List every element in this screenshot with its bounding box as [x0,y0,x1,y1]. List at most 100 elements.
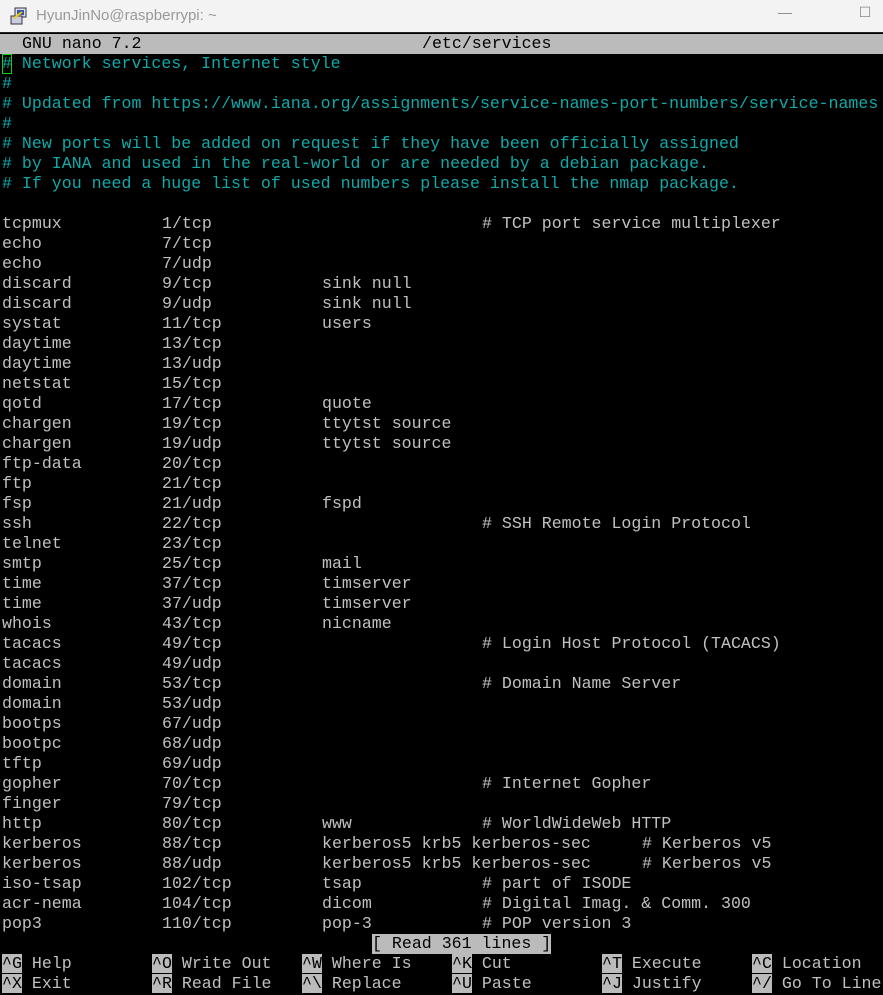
shortcut-help[interactable]: ^G Help [2,954,72,974]
service-name: tftp [2,754,42,773]
service-name: kerberos [2,834,82,853]
service-row: domain 53/udp [0,694,883,714]
service-row: http 80/tcp www # WorldWideWeb HTTP [0,814,883,834]
shortcut-label: Justify [631,974,702,993]
service-name: fsp [2,494,32,513]
service-name: daytime [2,354,72,373]
comment-line: # If you need a huge list of used number… [0,174,883,194]
service-aliases: sink null [322,274,412,293]
shortcut-key: ^/ [752,974,772,993]
service-name: netstat [2,374,72,393]
comment-line: # [0,74,883,94]
service-name: domain [2,694,62,713]
comment-line [0,194,883,214]
service-name: tcpmux [2,214,62,233]
service-port: 22/tcp [162,514,222,533]
service-aliases: dicom [322,894,372,913]
service-port: 19/tcp [162,414,222,433]
service-name: chargen [2,434,72,453]
service-aliases: ttytst source [322,434,452,453]
comment-line: # Updated from https://www.iana.org/assi… [0,94,883,114]
service-name: telnet [2,534,62,553]
service-row: echo 7/udp [0,254,883,274]
shortcut-bar: ^G Help ^O Write Out ^W Where Is ^K Cut ^T E… [0,954,883,974]
service-name: tacacs [2,634,62,653]
service-comment: # Domain Name Server [482,674,682,693]
shortcut-go-to-line[interactable]: ^/ Go To Line [752,974,881,994]
shortcut-label: Write Out [181,954,272,973]
service-aliases: kerberos5 krb5 kerberos-sec [322,834,591,853]
shortcut-key: ^K [452,954,472,973]
service-port: 17/tcp [162,394,222,413]
service-port: 37/tcp [162,574,222,593]
service-port: 43/tcp [162,614,222,633]
service-port: 25/tcp [162,554,222,573]
service-comment: # Login Host Protocol (TACACS) [482,634,781,653]
service-port: 13/udp [162,354,222,373]
shortcut-key: ^R [152,974,172,993]
service-aliases: fspd [322,494,362,513]
shortcut-key: ^W [302,954,322,973]
service-port: 37/udp [162,594,222,613]
service-comment: # WorldWideWeb HTTP [482,814,672,833]
service-comment: # POP version 3 [482,914,632,933]
shortcut-execute[interactable]: ^T Execute [602,954,702,974]
service-comment: # SSH Remote Login Protocol [482,514,751,533]
service-name: bootpc [2,734,62,753]
shortcut-replace[interactable]: ^\ Replace [302,974,402,994]
shortcut-label: Execute [631,954,702,973]
nano-header: GNU nano 7.2 /etc/services [0,34,883,54]
comment-text: # [2,74,12,93]
shortcut-where-is[interactable]: ^W Where Is [302,954,412,974]
service-name: discard [2,274,72,293]
service-row: bootps 67/udp [0,714,883,734]
shortcut-justify[interactable]: ^J Justify [602,974,702,994]
service-row: pop3 110/tcp pop-3 # POP version 3 [0,914,883,934]
shortcut-write-out[interactable]: ^O Write Out [152,954,272,974]
service-port: 53/udp [162,694,222,713]
service-port: 53/tcp [162,674,222,693]
service-aliases: users [322,314,372,333]
shortcut-paste[interactable]: ^U Paste [452,974,532,994]
service-port: 13/tcp [162,334,222,353]
maximize-icon[interactable]: ☐ [850,4,880,28]
service-aliases: nicname [322,614,392,633]
shortcut-cut[interactable]: ^K Cut [452,954,512,974]
service-row: bootpc 68/udp [0,734,883,754]
service-comment: # part of ISODE [482,874,632,893]
service-port: 23/tcp [162,534,222,553]
shortcut-key: ^G [2,954,22,973]
service-comment: # TCP port service multiplexer [482,214,781,233]
service-row: domain 53/tcp # Domain Name Server [0,674,883,694]
service-port: 1/tcp [162,214,212,233]
status-message: [ Read 361 lines ] [372,934,552,954]
shortcut-read-file[interactable]: ^R Read File [152,974,272,994]
service-row: chargen 19/udp ttytst source [0,434,883,454]
putty-icon [10,7,27,25]
shortcut-exit[interactable]: ^X Exit [2,974,72,994]
service-aliases: mail [322,554,362,573]
service-row: daytime 13/udp [0,354,883,374]
service-name: http [2,814,42,833]
service-port: 49/udp [162,654,222,673]
comment-text: # [2,114,12,133]
service-comment: # Digital Imag. & Comm. 300 [482,894,751,913]
shortcut-label: Read File [181,974,272,993]
shortcut-location[interactable]: ^C Location [752,954,862,974]
service-row: tftp 69/udp [0,754,883,774]
service-row: ftp 21/tcp [0,474,883,494]
service-row: discard 9/tcp sink null [0,274,883,294]
service-aliases: www [322,814,352,833]
service-row: kerberos 88/udp kerberos5 krb5 kerberos-se… [0,854,883,874]
service-port: 15/tcp [162,374,222,393]
service-name: iso-tsap [2,874,82,893]
terminal[interactable]: GNU nano 7.2 /etc/services [ Read 361 li… [0,34,883,995]
service-port: 67/udp [162,714,222,733]
status-line: [ Read 361 lines ] [0,934,883,954]
shortcut-label: Help [31,954,72,973]
service-comment: # Kerberos v5 [642,854,772,873]
service-name: discard [2,294,72,313]
minimize-icon[interactable]: — [770,4,800,28]
service-name: tacacs [2,654,62,673]
service-name: pop3 [2,914,42,933]
